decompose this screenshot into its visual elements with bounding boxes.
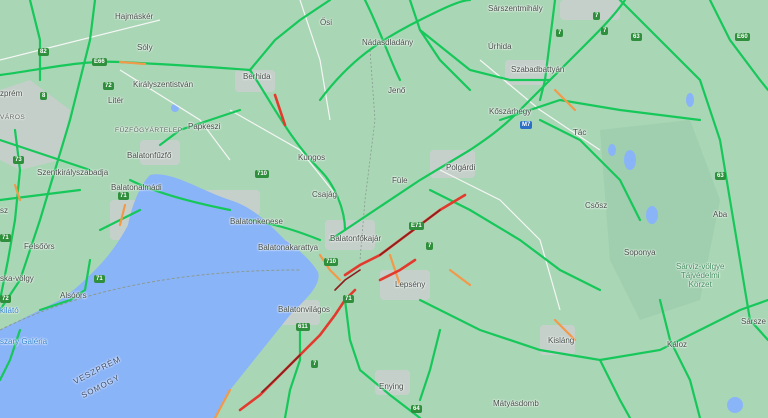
place-label[interactable]: Jenő <box>388 86 405 96</box>
place-label[interactable]: Balatonakarattya <box>258 243 318 253</box>
place-label[interactable]: Berhida <box>243 72 271 82</box>
place-label[interactable]: Sársze <box>741 317 766 327</box>
place-label[interactable]: sz <box>0 206 8 216</box>
place-label[interactable]: Kisláng <box>548 336 574 346</box>
place-label[interactable]: Aba <box>713 210 727 220</box>
nature-reserve-label[interactable]: Sárvíz-völgye Tájvédelmi Körzet <box>676 262 724 289</box>
place-label[interactable]: Papkeszi <box>188 122 220 132</box>
place-label[interactable]: Füle <box>392 176 408 186</box>
poi-label[interactable]: kilátó <box>0 306 19 316</box>
road-shield: E66 <box>92 58 107 66</box>
place-label-city[interactable]: zprém <box>0 89 22 99</box>
place-label[interactable]: Balatonkenese <box>230 217 283 227</box>
poi-label[interactable]: szary Galéria <box>0 337 47 347</box>
place-label[interactable]: Kungos <box>298 153 325 163</box>
place-label[interactable]: Lepsény <box>395 280 425 290</box>
road-shield: 64 <box>411 405 422 413</box>
road-shield-motorway: M7 <box>520 121 533 129</box>
road-shield: E60 <box>735 33 750 41</box>
road-shield: 8 <box>40 92 48 100</box>
road-shield: 7 <box>556 29 564 37</box>
place-label[interactable]: Litér <box>108 96 124 106</box>
road-shield: 72 <box>103 82 114 90</box>
road-shield: 7 <box>311 360 319 368</box>
road-shield: 7 <box>593 12 601 20</box>
place-label[interactable]: Nádasdladány <box>362 38 413 48</box>
place-label[interactable]: Hajmáskér <box>115 12 153 22</box>
road-shield: 71 <box>94 275 105 283</box>
place-label[interactable]: Mátyásdomb <box>493 399 539 409</box>
road-shield: 611 <box>296 323 310 331</box>
place-label[interactable]: Úrhida <box>488 42 512 52</box>
road-shield: 710 <box>324 258 339 266</box>
place-label[interactable]: Balatonfűzfő <box>127 151 171 161</box>
place-label[interactable]: Balatonvilágos <box>278 305 330 315</box>
road-shield: 72 <box>0 295 11 303</box>
place-label[interactable]: Csajág <box>312 190 337 200</box>
place-label[interactable]: Polgárdi <box>446 163 475 173</box>
road-shield: 71 <box>343 295 354 303</box>
place-label[interactable]: Sóly <box>137 43 153 53</box>
place-label-district[interactable]: FŰZFŐGYÁRTELEP <box>115 126 183 136</box>
place-label[interactable]: Alsóörs <box>60 291 87 301</box>
place-label-poi[interactable]: ska-völgy <box>0 274 34 284</box>
road-shield: 82 <box>38 48 49 56</box>
road-shield: 71 <box>118 192 129 200</box>
place-label[interactable]: Szabadbattyán <box>511 65 564 75</box>
road-shield: 73 <box>13 156 24 164</box>
road-shield: 710 <box>255 170 270 178</box>
place-label[interactable]: Felsőörs <box>24 242 55 252</box>
road-shield: 63 <box>631 33 642 41</box>
place-label[interactable]: Sárszentmihály <box>488 4 543 14</box>
place-label[interactable]: Királyszentistván <box>133 80 193 90</box>
place-label[interactable]: Ősi <box>320 18 332 28</box>
road-shield: E71 <box>409 222 424 230</box>
map-canvas[interactable]: VESZPRÉM SOMOGY Hajmáskér Ősi Sárszentmi… <box>0 0 768 418</box>
place-label[interactable]: Balatonfőkajár <box>330 234 381 244</box>
place-label[interactable]: Csősz <box>585 201 607 211</box>
road-shield: 71 <box>0 234 11 242</box>
place-label-district[interactable]: VÁROS <box>0 113 25 123</box>
road-shield: 7 <box>601 27 609 35</box>
road-shield: 7 <box>426 242 434 250</box>
place-label[interactable]: Szentkirályszabadja <box>37 168 108 178</box>
place-label[interactable]: Enying <box>379 382 403 392</box>
place-label[interactable]: Káloz <box>667 340 687 350</box>
road-shield: 63 <box>715 172 726 180</box>
place-label[interactable]: Soponya <box>624 248 656 258</box>
place-label[interactable]: Tác <box>573 128 586 138</box>
place-label[interactable]: Kőszárhegy <box>489 107 531 117</box>
